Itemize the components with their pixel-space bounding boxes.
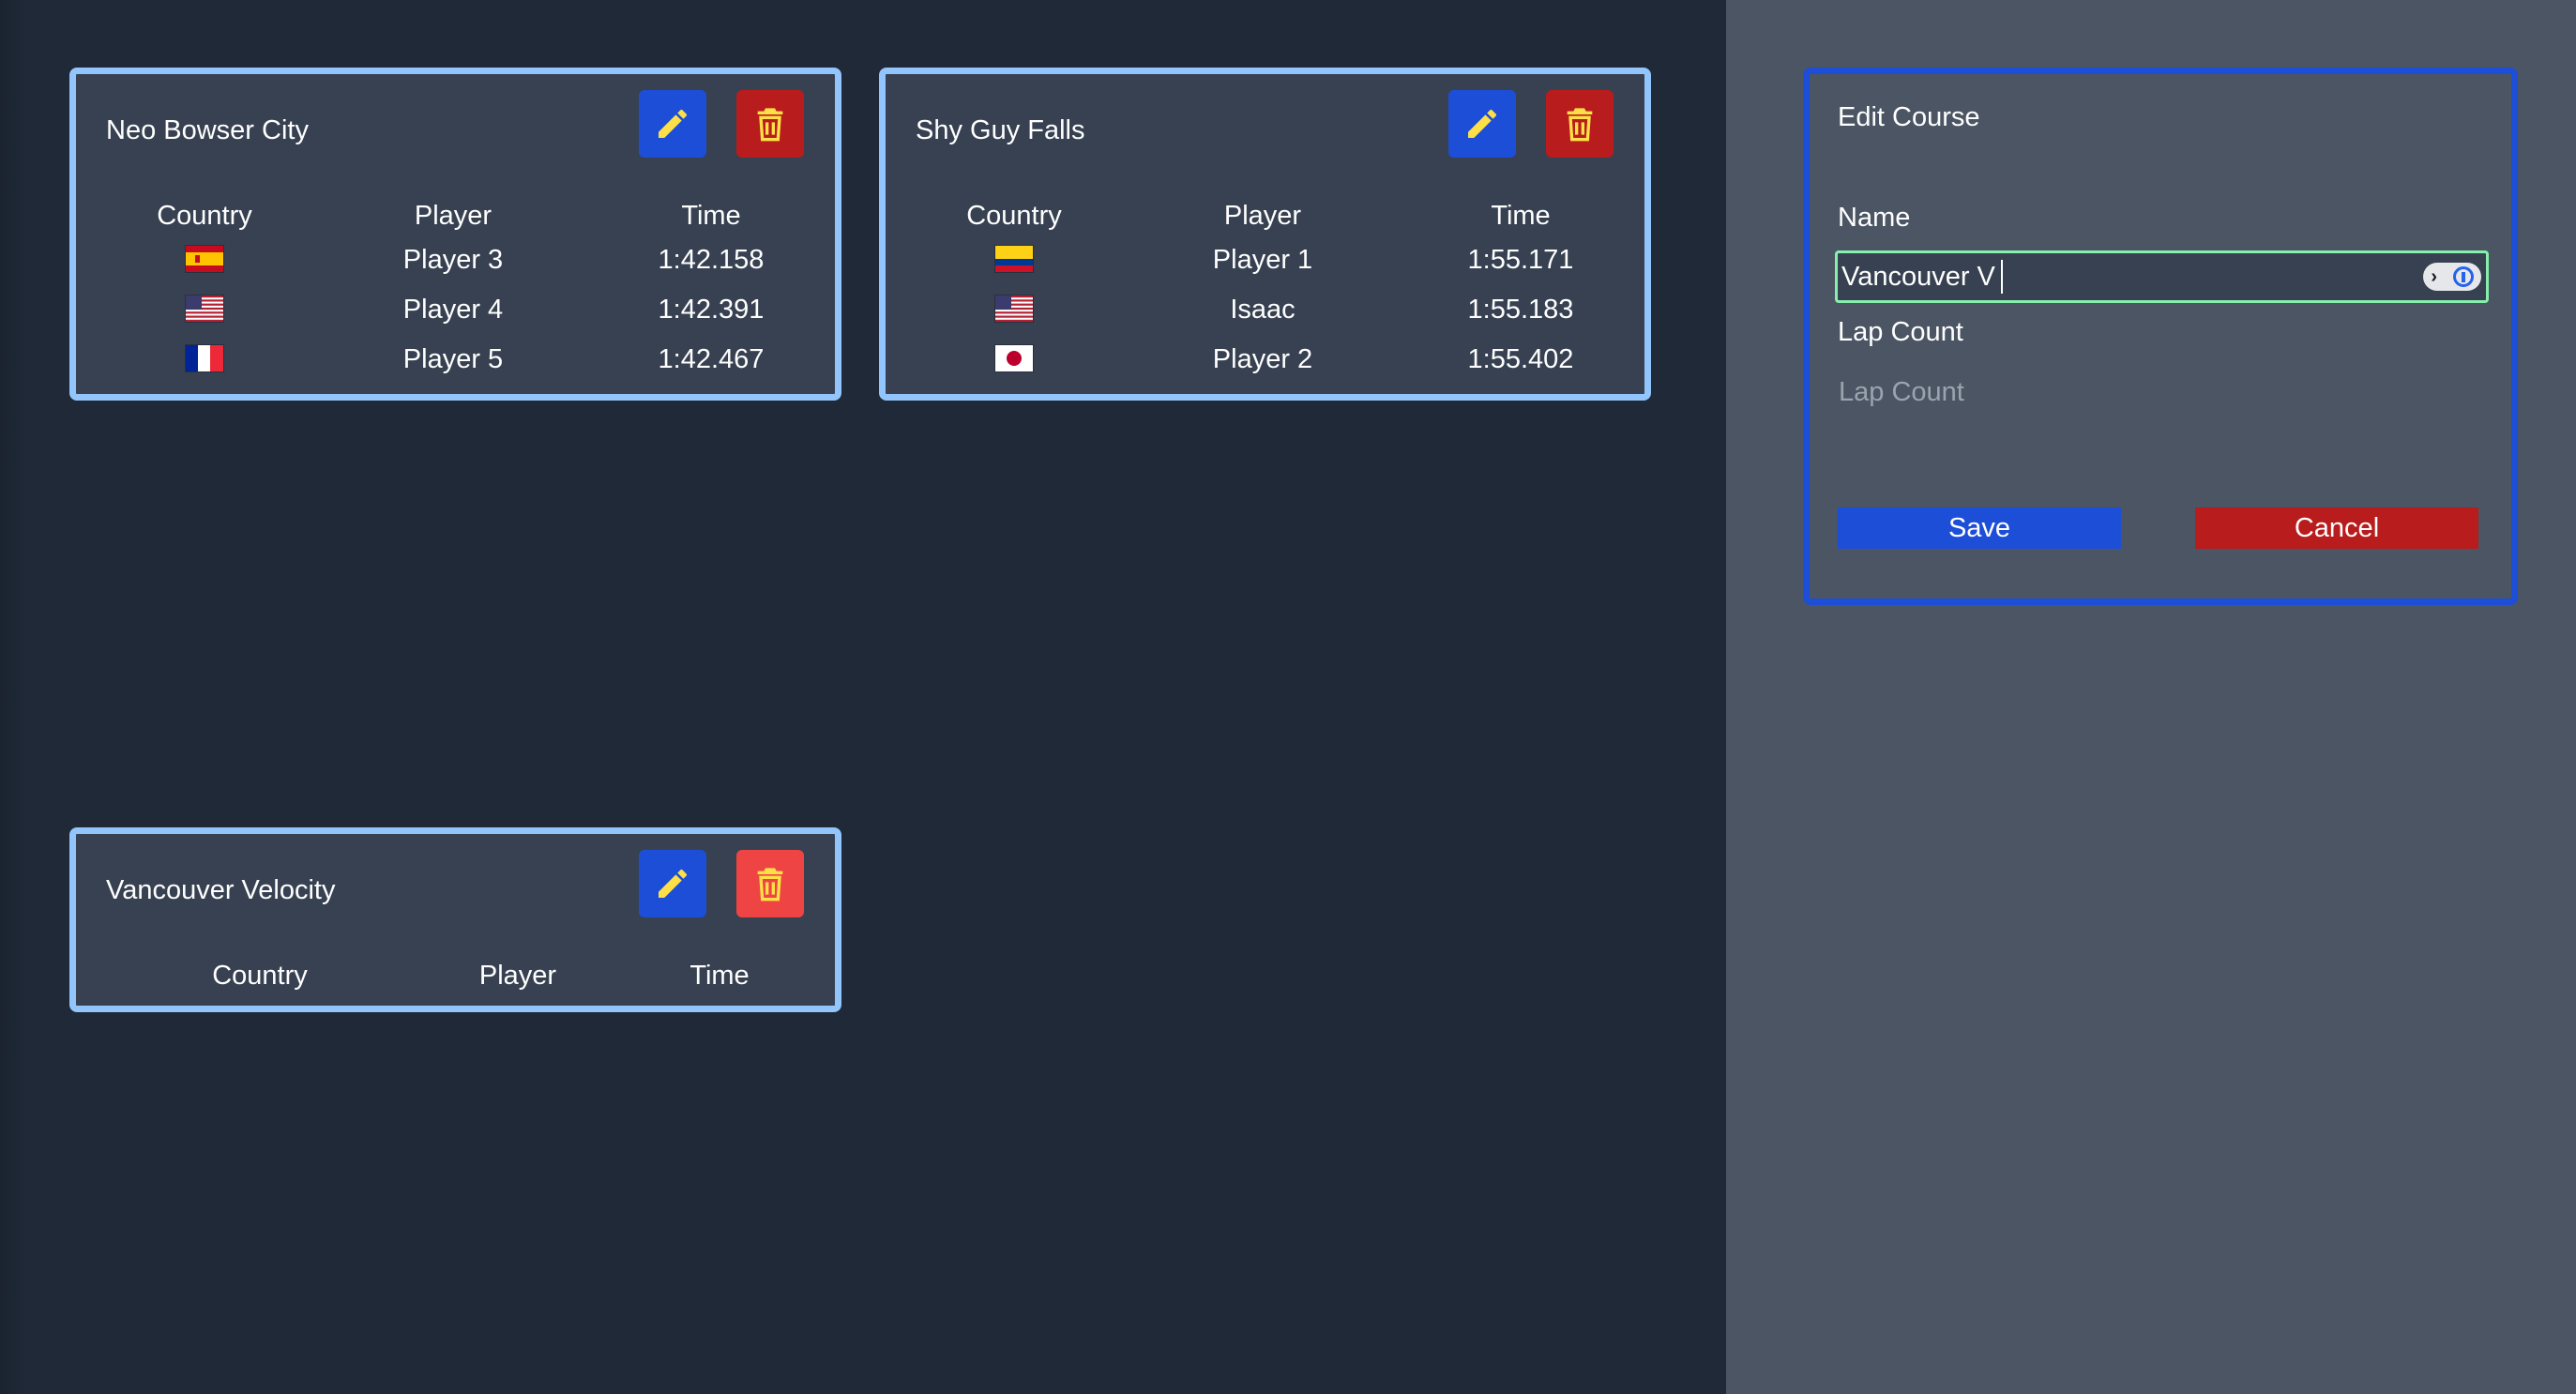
pencil-icon (1468, 109, 1497, 138)
column-header-player: Player (1223, 201, 1302, 231)
course-title: Shy Guy Falls (916, 115, 1085, 145)
lap-count-input[interactable] (1835, 367, 2489, 417)
pencil-icon (659, 869, 688, 898)
player-cell: Player 5 (402, 344, 504, 374)
column-header-time: Time (689, 961, 750, 991)
course-card-neo-bowser-city: Neo Bowser City Country Player Time Play… (69, 68, 841, 401)
delete-course-button[interactable] (1546, 90, 1614, 158)
course-card-vancouver-velocity: Vancouver Velocity Country Player Time (69, 827, 841, 1012)
time-cell: 1:42.467 (658, 344, 765, 374)
player-cell: Player 1 (1212, 245, 1313, 275)
column-header-country: Country (966, 201, 1062, 231)
name-input[interactable] (1835, 250, 2489, 303)
player-cell: Player 3 (402, 245, 504, 275)
japan-flag-icon (995, 345, 1033, 371)
player-cell: Player 2 (1212, 344, 1313, 374)
panel-title: Edit Course (1838, 102, 1980, 132)
key-icon (2452, 266, 2474, 287)
password-manager-icon[interactable]: › (2423, 263, 2481, 291)
course-card-shy-guy-falls: Shy Guy Falls Country Player Time Player… (879, 68, 1651, 401)
chevron-right-icon: › (2431, 266, 2437, 287)
delete-course-button[interactable] (736, 850, 804, 917)
trash-icon (757, 868, 783, 902)
usa-flag-icon (995, 295, 1033, 322)
edit-course-button[interactable] (639, 850, 706, 917)
cancel-button[interactable]: Cancel (2195, 508, 2478, 549)
column-header-time: Time (681, 201, 741, 231)
france-flag-icon (186, 345, 223, 371)
edit-course-button[interactable] (1448, 90, 1516, 158)
time-cell: 1:42.391 (658, 295, 765, 325)
delete-course-button[interactable] (736, 90, 804, 158)
trash-icon (1567, 108, 1593, 142)
time-cell: 1:55.171 (1467, 245, 1574, 275)
lap-count-label: Lap Count (1838, 317, 1963, 347)
left-edge-shade (0, 0, 24, 1394)
time-cell: 1:42.158 (658, 245, 765, 275)
trash-icon (757, 108, 783, 142)
time-cell: 1:55.183 (1467, 295, 1574, 325)
player-cell: Isaac (1230, 295, 1296, 325)
save-button[interactable]: Save (1838, 508, 2121, 549)
column-header-player: Player (414, 201, 492, 231)
time-cell: 1:55.402 (1467, 344, 1574, 374)
edit-course-panel: Edit Course Name › Lap Count Save Cancel (1803, 68, 2518, 605)
column-header-time: Time (1491, 201, 1551, 231)
spain-flag-icon (186, 246, 223, 272)
pencil-icon (659, 109, 688, 138)
column-header-country: Country (157, 201, 252, 231)
edit-course-button[interactable] (639, 90, 706, 158)
course-title: Neo Bowser City (106, 115, 309, 145)
course-title: Vancouver Velocity (106, 875, 336, 905)
column-header-country: Country (212, 961, 308, 991)
column-header-player: Player (478, 961, 557, 991)
name-label: Name (1838, 203, 1911, 233)
colombia-flag-icon (995, 246, 1033, 272)
text-caret (2001, 260, 2003, 294)
usa-flag-icon (186, 295, 223, 322)
player-cell: Player 4 (402, 295, 504, 325)
